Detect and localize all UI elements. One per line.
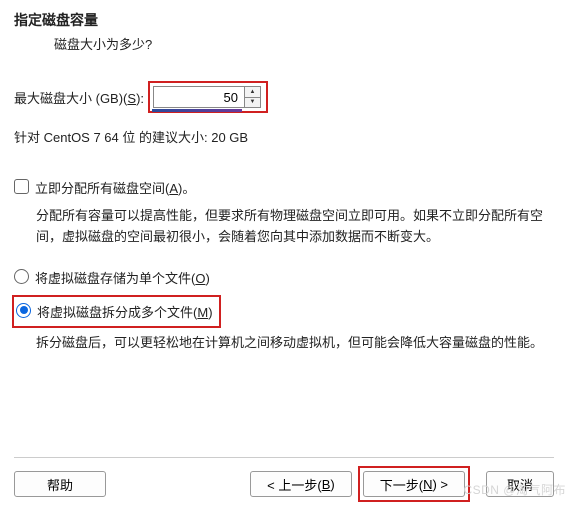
single-file-label: 将虚拟磁盘存储为单个文件(O): [35, 268, 210, 287]
split-files-radio[interactable]: [16, 303, 31, 318]
allocate-now-desc: 分配所有容量可以提高性能，但要求所有物理磁盘空间立即可用。如果不立即分配所有空间…: [36, 205, 554, 248]
spinner-down-icon[interactable]: ▼: [245, 98, 260, 108]
max-size-label: 最大磁盘大小 (GB)(S):: [14, 88, 144, 107]
split-files-highlight: 将虚拟磁盘拆分成多个文件(M): [12, 295, 221, 328]
next-button[interactable]: 下一步(N) >: [363, 471, 465, 497]
max-size-spinner[interactable]: ▲ ▼: [153, 86, 261, 108]
split-files-desc: 拆分磁盘后，可以更轻松地在计算机之间移动虚拟机，但可能会降低大容量磁盘的性能。: [36, 332, 554, 353]
help-button[interactable]: 帮助: [14, 471, 106, 497]
page-subtitle: 磁盘大小为多少?: [54, 34, 554, 53]
max-size-input[interactable]: [154, 87, 244, 107]
single-file-radio[interactable]: [14, 269, 29, 284]
spinner-up-icon[interactable]: ▲: [245, 87, 260, 98]
page-title: 指定磁盘容量: [14, 10, 554, 30]
allocate-now-checkbox[interactable]: [14, 179, 29, 194]
cancel-button[interactable]: 取消: [486, 471, 554, 497]
allocate-now-label: 立即分配所有磁盘空间(A)。: [35, 178, 195, 197]
recommended-size-text: 针对 CentOS 7 64 位 的建议大小: 20 GB: [14, 127, 554, 146]
next-button-highlight: 下一步(N) >: [358, 466, 470, 502]
max-size-highlight: ▲ ▼: [148, 81, 268, 113]
footer-divider: [14, 457, 554, 458]
split-files-label: 将虚拟磁盘拆分成多个文件(M): [37, 302, 213, 321]
back-button[interactable]: < 上一步(B): [250, 471, 352, 497]
